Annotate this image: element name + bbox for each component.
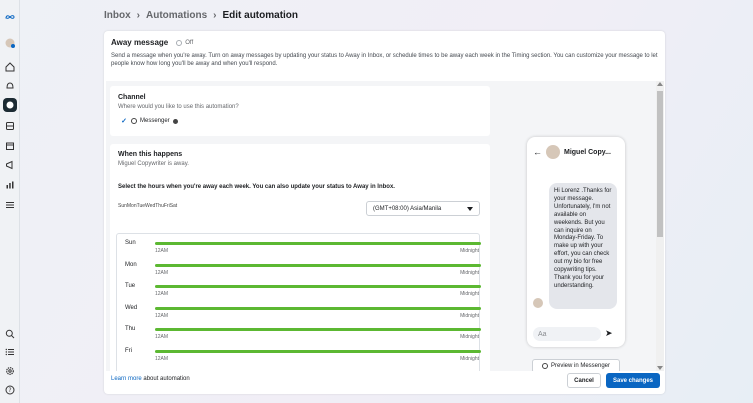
home-icon[interactable]: [3, 60, 17, 74]
schedule-row: Wed 12AM Midnight: [117, 305, 481, 326]
profile-icon[interactable]: [3, 36, 17, 50]
away-description: Send a message when you're away. Turn on…: [111, 53, 658, 67]
info-icon[interactable]: [172, 118, 178, 124]
sidebar: ?: [0, 0, 20, 403]
breadcrumb: Inbox › Automations › Edit automation: [104, 10, 298, 21]
away-toggle[interactable]: Off: [176, 39, 194, 46]
day-label: Fri: [125, 348, 132, 354]
when-status: Miguel Copywriter is away.: [118, 161, 189, 167]
cancel-button[interactable]: Cancel: [567, 373, 601, 388]
schedule-row: Sun 12AM Midnight: [117, 240, 481, 261]
schedule-row: Tue 12AM Midnight: [117, 283, 481, 304]
learn-more-link[interactable]: Learn more: [111, 376, 142, 382]
time-range-slider[interactable]: [155, 242, 481, 245]
channel-question: Where would you like to use this automat…: [118, 104, 239, 110]
checkmark-icon[interactable]: ✓: [120, 117, 128, 125]
end-time: Midnight: [460, 270, 479, 276]
messenger-icon: [131, 118, 137, 124]
notifications-icon[interactable]: [3, 79, 17, 93]
schedule-row: Mon 12AM Midnight: [117, 262, 481, 283]
away-message-title: Away message: [111, 38, 169, 47]
end-time: Midnight: [460, 334, 479, 340]
end-time: Midnight: [460, 291, 479, 297]
toggle-label: Off: [185, 39, 194, 46]
save-changes-button[interactable]: Save changes: [606, 373, 660, 388]
time-range-slider[interactable]: [155, 350, 481, 353]
messenger-label: Messenger: [140, 118, 170, 124]
start-time: 12AM: [155, 313, 169, 319]
when-panel: When this happens Miguel Copywriter is a…: [110, 144, 490, 371]
schedule-row: Thu 12AM Midnight: [117, 326, 481, 347]
svg-text:?: ?: [8, 387, 11, 394]
scrollbar-thumb[interactable]: [657, 91, 663, 237]
settings-area: Channel Where would you like to use this…: [106, 81, 658, 371]
meta-logo-icon[interactable]: [3, 10, 17, 24]
preview-button-label: Preview in Messenger: [550, 363, 611, 369]
start-time: 12AM: [155, 356, 169, 362]
day-label: Mon: [125, 262, 137, 268]
back-arrow-icon: ←: [533, 147, 542, 157]
channel-panel: Channel Where would you like to use this…: [110, 86, 490, 136]
messenger-checkbox-row[interactable]: ✓ Messenger: [120, 117, 178, 125]
inbox-icon[interactable]: [3, 98, 17, 112]
preview-header: ← Miguel Copy...: [533, 145, 611, 159]
days-selector[interactable]: SunMonTueWedThuFriSat: [118, 203, 177, 209]
chevron-down-icon: [467, 206, 473, 211]
page-title: Edit automation: [222, 10, 299, 21]
start-time: 12AM: [155, 270, 169, 276]
breadcrumb-inbox[interactable]: Inbox: [104, 10, 131, 21]
end-time: Midnight: [460, 248, 479, 254]
day-label: Thu: [125, 326, 136, 332]
end-time: Midnight: [460, 313, 479, 319]
planner-icon[interactable]: [3, 139, 17, 153]
menu-icon[interactable]: [3, 198, 17, 212]
settings-icon[interactable]: [3, 364, 17, 378]
start-time: 12AM: [155, 248, 169, 254]
scroll-down-icon[interactable]: [657, 366, 663, 370]
messenger-preview: ← Miguel Copy... Hi Lorenz .Thanks for y…: [527, 137, 625, 347]
avatar: [546, 145, 560, 159]
preview-message-input: Aa: [533, 327, 601, 341]
when-title: When this happens: [118, 151, 183, 158]
end-time: Midnight: [460, 356, 479, 362]
time-range-slider[interactable]: [155, 307, 481, 310]
time-range-slider[interactable]: [155, 285, 481, 288]
ads-icon[interactable]: [3, 158, 17, 172]
day-label: Tue: [125, 283, 136, 289]
messenger-icon: [541, 363, 548, 369]
help-icon[interactable]: ?: [3, 383, 17, 397]
breadcrumb-automations[interactable]: Automations: [146, 10, 207, 21]
footer-text: about automation: [141, 376, 190, 382]
hours-instruction: Select the hours when you're away each w…: [118, 184, 395, 190]
send-icon: ➤: [605, 328, 613, 338]
breadcrumb-separator: ›: [213, 10, 217, 21]
list-icon[interactable]: [3, 345, 17, 359]
time-range-slider[interactable]: [155, 328, 481, 331]
preview-in-messenger-button[interactable]: Preview in Messenger: [532, 359, 620, 371]
weekly-schedule: Sun 12AM Midnight Mon 12AM Midnight Tue …: [116, 233, 481, 371]
avatar: [533, 298, 543, 308]
footer-note: Learn more about automation: [111, 376, 190, 382]
scroll-up-icon[interactable]: [657, 82, 663, 86]
schedule-row: Fri 12AM Midnight: [117, 348, 481, 369]
edit-automation-card: Away message Off Send a message when you…: [104, 31, 665, 394]
time-range-slider[interactable]: [155, 264, 481, 267]
day-label: Sun: [125, 240, 136, 246]
preview-contact-name: Miguel Copy...: [564, 148, 611, 156]
start-time: 12AM: [155, 334, 169, 340]
day-label: Wed: [125, 305, 138, 311]
search-icon[interactable]: [3, 327, 17, 341]
toggle-circle-icon: [176, 39, 183, 46]
channel-title: Channel: [118, 94, 146, 101]
timezone-value: (GMT+08:00) Asia/Manila: [373, 205, 442, 212]
away-message-header: Away message Off: [111, 38, 193, 47]
content-icon[interactable]: [3, 119, 17, 133]
start-time: 12AM: [155, 291, 169, 297]
insights-icon[interactable]: [3, 178, 17, 192]
timezone-dropdown[interactable]: (GMT+08:00) Asia/Manila: [366, 201, 480, 216]
breadcrumb-separator: ›: [136, 10, 141, 21]
preview-message-bubble: Hi Lorenz .Thanks for your message. Unfo…: [549, 183, 617, 309]
scrollbar[interactable]: [656, 81, 664, 371]
